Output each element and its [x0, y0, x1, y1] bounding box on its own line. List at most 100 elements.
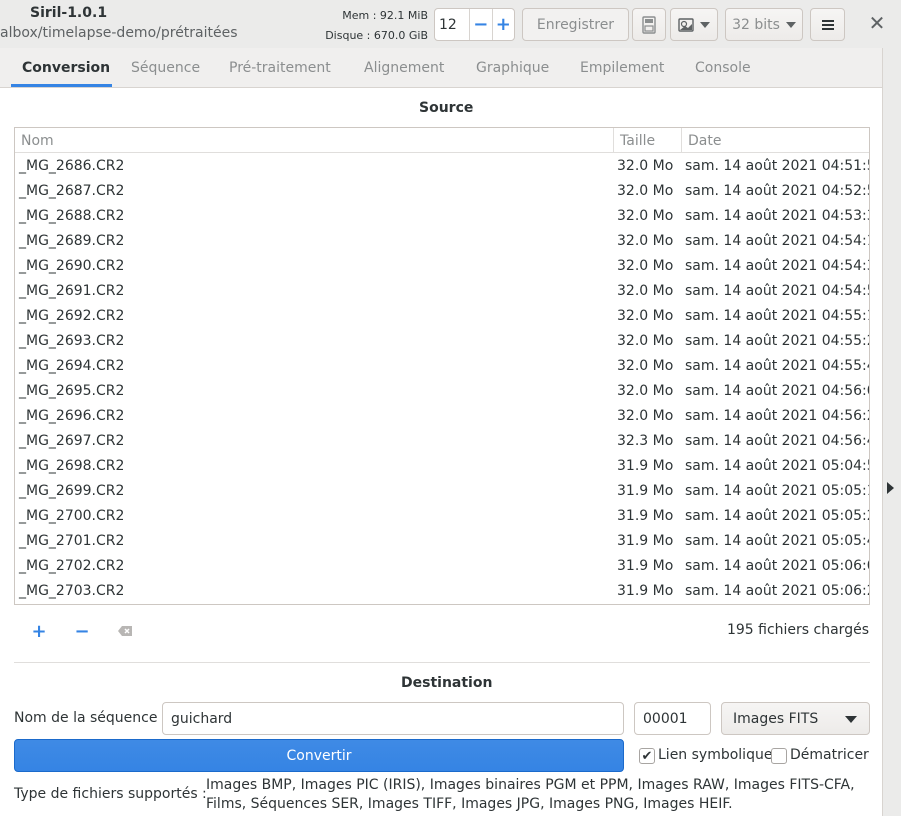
- table-row[interactable]: _MG_2702.CR2 31.9 Mo sam. 14 août 2021 05:…: [15, 553, 869, 578]
- table-row[interactable]: _MG_2693.CR2 32.0 Mo sam. 14 août 2021 04:…: [15, 328, 869, 353]
- close-window-button[interactable]: ✕: [868, 11, 886, 35]
- app-title: Siril-1.0.1: [30, 5, 108, 21]
- expand-panel-icon[interactable]: [887, 482, 894, 494]
- file-date-cell: sam. 14 août 2021 04:54:17: [685, 232, 870, 249]
- table-row[interactable]: _MG_2700.CR2 31.9 Mo sam. 14 août 2021 05:…: [15, 503, 869, 528]
- tab-bar: Conversion Séquence Pré-traitement Align…: [0, 48, 882, 88]
- table-row[interactable]: _MG_2690.CR2 32.0 Mo sam. 14 août 2021 04:…: [15, 253, 869, 278]
- file-name-cell: _MG_2688.CR2: [19, 207, 125, 224]
- file-name-cell: _MG_2692.CR2: [19, 307, 125, 324]
- sequence-name-input[interactable]: [162, 702, 624, 735]
- table-row[interactable]: _MG_2687.CR2 32.0 Mo sam. 14 août 2021 04:…: [15, 178, 869, 203]
- column-header-size[interactable]: Taille: [613, 128, 681, 153]
- source-file-list[interactable]: Nom Taille Date _MG_2686.CR2 32.0 Mo sam. …: [14, 127, 870, 605]
- main-menu-button[interactable]: [810, 8, 845, 41]
- table-row[interactable]: _MG_2688.CR2 32.0 Mo sam. 14 août 2021 04:…: [15, 203, 869, 228]
- file-date-cell: sam. 14 août 2021 05:06:04: [685, 557, 870, 574]
- file-date-cell: sam. 14 août 2021 04:56:23: [685, 407, 870, 424]
- table-row[interactable]: _MG_2698.CR2 31.9 Mo sam. 14 août 2021 05:…: [15, 453, 869, 478]
- tab-console[interactable]: Console: [695, 48, 751, 87]
- bit-depth-dropdown[interactable]: 32 bits: [725, 8, 803, 41]
- plus-icon: +: [495, 14, 511, 35]
- remove-file-button[interactable]: −: [71, 620, 93, 642]
- output-format-dropdown[interactable]: Images FITS: [721, 702, 870, 735]
- file-size-cell: 31.9 Mo: [617, 532, 674, 549]
- file-date-cell: sam. 14 août 2021 04:56:05: [685, 382, 870, 399]
- file-name-cell: _MG_2687.CR2: [19, 182, 125, 199]
- tab-conversion[interactable]: Conversion: [22, 48, 110, 87]
- column-header-name[interactable]: Nom: [15, 128, 613, 153]
- tab-empilement[interactable]: Empilement: [580, 48, 664, 87]
- app-subtitle: albox/timelapse-demo/prétraitées: [0, 25, 238, 41]
- minus-icon: −: [473, 14, 489, 35]
- file-date-cell: sam. 14 août 2021 04:56:41: [685, 432, 870, 449]
- file-name-cell: _MG_2691.CR2: [19, 282, 125, 299]
- table-row[interactable]: _MG_2699.CR2 31.9 Mo sam. 14 août 2021 05:…: [15, 478, 869, 503]
- file-date-cell: sam. 14 août 2021 04:51:54: [685, 157, 870, 174]
- file-size-cell: 31.9 Mo: [617, 507, 674, 524]
- tab-pretraitement[interactable]: Pré-traitement: [229, 48, 331, 87]
- chevron-down-icon: [700, 21, 710, 28]
- symlink-checkbox[interactable]: ✔: [639, 748, 655, 764]
- file-date-cell: sam. 14 août 2021 04:55:11: [685, 307, 870, 324]
- tab-graphique[interactable]: Graphique: [476, 48, 549, 87]
- file-name-cell: _MG_2699.CR2: [19, 482, 125, 499]
- file-date-cell: sam. 14 août 2021 04:55:29: [685, 332, 870, 349]
- file-name-cell: _MG_2698.CR2: [19, 457, 125, 474]
- file-size-cell: 31.9 Mo: [617, 482, 674, 499]
- debayer-label: Dématricer: [790, 747, 869, 763]
- file-date-cell: sam. 14 août 2021 04:53:33: [685, 207, 870, 224]
- tab-sequence[interactable]: Séquence: [131, 48, 200, 87]
- file-size-cell: 31.9 Mo: [617, 582, 674, 599]
- tab-alignement[interactable]: Alignement: [364, 48, 444, 87]
- file-size-cell: 32.0 Mo: [617, 307, 674, 324]
- table-row[interactable]: _MG_2696.CR2 32.0 Mo sam. 14 août 2021 04:…: [15, 403, 869, 428]
- chevron-down-icon: [785, 21, 796, 28]
- increment-button[interactable]: +: [491, 9, 514, 40]
- table-row[interactable]: _MG_2686.CR2 32.0 Mo sam. 14 août 2021 04:…: [15, 153, 869, 178]
- file-size-cell: 32.0 Mo: [617, 357, 674, 374]
- file-date-cell: sam. 14 août 2021 05:05:46: [685, 532, 870, 549]
- start-index-input[interactable]: [634, 702, 711, 735]
- chevron-down-icon: [845, 716, 857, 723]
- file-size-cell: 32.0 Mo: [617, 182, 674, 199]
- file-name-cell: _MG_2689.CR2: [19, 232, 125, 249]
- table-row[interactable]: _MG_2694.CR2 32.0 Mo sam. 14 août 2021 04:…: [15, 353, 869, 378]
- table-row[interactable]: _MG_2697.CR2 32.3 Mo sam. 14 août 2021 04:…: [15, 428, 869, 453]
- memory-usage: Mem : 92.1 MiB: [342, 9, 428, 22]
- table-row[interactable]: _MG_2695.CR2 32.0 Mo sam. 14 août 2021 04:…: [15, 378, 869, 403]
- supported-filetypes-value: Images BMP, Images PIC (IRIS), Images bi…: [206, 777, 855, 812]
- file-name-cell: _MG_2694.CR2: [19, 357, 125, 374]
- file-date-cell: sam. 14 août 2021 04:54:35: [685, 257, 870, 274]
- file-size-cell: 32.0 Mo: [617, 232, 674, 249]
- header-bar: Siril-1.0.1 albox/timelapse-demo/prétrai…: [0, 0, 901, 48]
- file-date-cell: sam. 14 août 2021 05:06:22: [685, 582, 870, 599]
- add-files-button[interactable]: +: [28, 620, 50, 642]
- save-button[interactable]: Enregistrer: [522, 8, 629, 41]
- table-row[interactable]: _MG_2701.CR2 31.9 Mo sam. 14 août 2021 05:…: [15, 528, 869, 553]
- snapshot-button[interactable]: [632, 8, 666, 41]
- active-tab-indicator: [11, 84, 112, 87]
- convert-label: Convertir: [286, 747, 352, 764]
- file-name-cell: _MG_2702.CR2: [19, 557, 125, 574]
- thread-count-input[interactable]: [435, 9, 469, 40]
- file-size-cell: 32.0 Mo: [617, 282, 674, 299]
- file-size-cell: 32.0 Mo: [617, 257, 674, 274]
- file-date-cell: sam. 14 août 2021 05:05:28: [685, 507, 870, 524]
- section-divider: [14, 662, 870, 663]
- table-row[interactable]: _MG_2691.CR2 32.0 Mo sam. 14 août 2021 04:…: [15, 278, 869, 303]
- file-size-cell: 32.0 Mo: [617, 157, 674, 174]
- table-row[interactable]: _MG_2689.CR2 32.0 Mo sam. 14 août 2021 04:…: [15, 228, 869, 253]
- image-menu-button[interactable]: [670, 8, 718, 41]
- table-row[interactable]: _MG_2703.CR2 31.9 Mo sam. 14 août 2021 05:…: [15, 578, 869, 603]
- clear-list-button[interactable]: [114, 620, 136, 642]
- file-size-cell: 32.0 Mo: [617, 382, 674, 399]
- file-name-cell: _MG_2696.CR2: [19, 407, 125, 424]
- decrement-button[interactable]: −: [469, 9, 492, 40]
- debayer-checkbox[interactable]: [771, 748, 787, 764]
- table-row[interactable]: _MG_2692.CR2 32.0 Mo sam. 14 août 2021 04:…: [15, 303, 869, 328]
- file-date-cell: sam. 14 août 2021 04:55:47: [685, 357, 870, 374]
- convert-button[interactable]: Convertir: [14, 739, 624, 772]
- column-header-date[interactable]: Date: [681, 128, 869, 153]
- side-panel-strip: [882, 48, 901, 816]
